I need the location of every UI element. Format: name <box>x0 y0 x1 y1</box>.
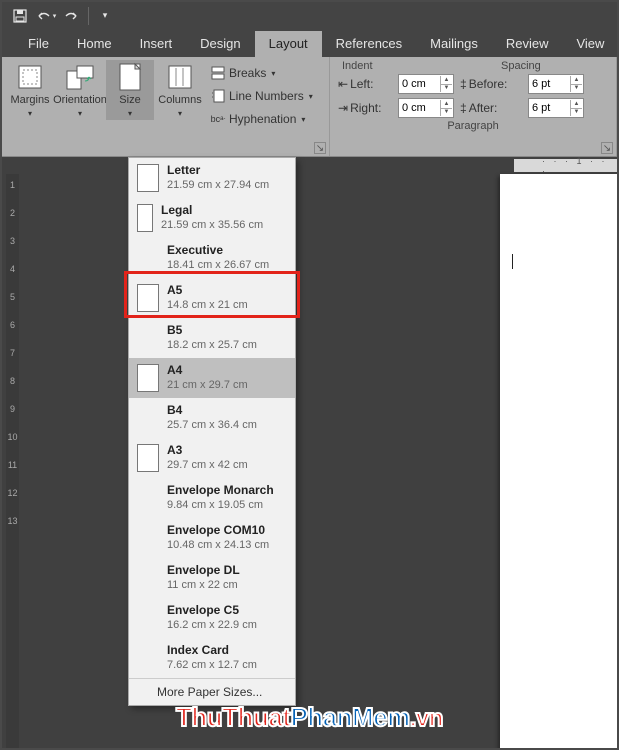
size-option-envelope-c5[interactable]: Envelope C516.2 cm x 22.9 cm <box>129 598 295 638</box>
right-label: Right: <box>350 101 381 115</box>
size-option-executive[interactable]: Executive18.41 cm x 26.67 cm <box>129 238 295 278</box>
tab-insert[interactable]: Insert <box>126 31 187 57</box>
spacing-after-icon: ‡ <box>460 101 467 115</box>
size-option-envelope-monarch[interactable]: Envelope Monarch9.84 cm x 19.05 cm <box>129 478 295 518</box>
page-setup-launcher[interactable]: ↘ <box>314 142 326 154</box>
hyphenation-label: Hyphenation <box>229 112 296 126</box>
tab-references[interactable]: References <box>322 31 416 57</box>
breaks-button[interactable]: Breaks ▾ <box>206 62 317 84</box>
orientation-button[interactable]: Orientation▾ <box>56 60 104 120</box>
page-thumb-icon <box>137 164 159 192</box>
vertical-ruler: 12345678910111213 <box>2 174 24 748</box>
indent-heading: Indent <box>338 60 449 72</box>
document-page[interactable] <box>500 174 617 748</box>
size-option-letter[interactable]: Letter21.59 cm x 27.94 cm <box>129 158 295 198</box>
columns-label: Columns <box>158 94 201 106</box>
tab-view[interactable]: View <box>562 31 618 57</box>
indent-right-icon: ⇥ <box>338 101 348 115</box>
qat-customize[interactable]: ▾ <box>93 5 117 27</box>
spacing-before-field[interactable]: 6 pt▲▼ <box>528 74 584 94</box>
tab-file[interactable]: File <box>14 31 63 57</box>
page-thumb-icon <box>137 204 153 232</box>
spacing-heading: Spacing <box>497 60 608 72</box>
before-label: Before: <box>469 77 508 91</box>
size-button[interactable]: Size▾ <box>106 60 154 120</box>
indent-right-field[interactable]: 0 cm▲▼ <box>398 98 454 118</box>
breaks-label: Breaks <box>229 66 266 80</box>
paragraph-launcher[interactable]: ↘ <box>601 142 613 154</box>
size-option-index-card[interactable]: Index Card7.62 cm x 12.7 cm <box>129 638 295 678</box>
redo-button[interactable] <box>60 5 84 27</box>
size-option-b4[interactable]: B425.7 cm x 36.4 cm <box>129 398 295 438</box>
size-option-envelope-dl[interactable]: Envelope DL11 cm x 22 cm <box>129 558 295 598</box>
tab-layout[interactable]: Layout <box>255 31 322 57</box>
indent-left-icon: ⇤ <box>338 77 348 91</box>
tab-design[interactable]: Design <box>186 31 254 57</box>
after-label: After: <box>469 101 498 115</box>
size-option-legal[interactable]: Legal21.59 cm x 35.56 cm <box>129 198 295 238</box>
quick-access-toolbar: ▾ ▾ <box>2 2 617 29</box>
columns-button[interactable]: Columns▾ <box>156 60 204 120</box>
document-area: · · · 1 · · · 12345678910111213 <box>2 157 617 748</box>
spacing-after-field[interactable]: 6 pt▲▼ <box>528 98 584 118</box>
watermark: ThuThuatPhanMem.vn <box>2 702 617 733</box>
ribbon: Margins▾ Orientation▾ Size▾ Columns▾ <box>2 57 617 157</box>
left-label: Left: <box>350 77 373 91</box>
menu-bar: FileHomeInsertDesignLayoutReferencesMail… <box>2 29 617 57</box>
line-numbers-label: Line Numbers <box>229 89 304 103</box>
size-dropdown-menu: Letter21.59 cm x 27.94 cmLegal21.59 cm x… <box>128 157 296 706</box>
size-label: Size <box>119 94 140 106</box>
size-option-a5[interactable]: A514.8 cm x 21 cm <box>129 278 295 318</box>
orientation-label: Orientation <box>53 94 107 106</box>
margins-label: Margins <box>10 94 49 106</box>
hyphenation-button[interactable]: bca- Hyphenation ▾ <box>206 108 317 130</box>
save-button[interactable] <box>8 5 32 27</box>
text-cursor <box>512 254 513 269</box>
margins-button[interactable]: Margins▾ <box>6 60 54 120</box>
horizontal-ruler: · · · 1 · · · <box>24 157 617 174</box>
page-thumb-icon <box>137 284 159 312</box>
page-thumb-icon <box>137 364 159 392</box>
tab-mailings[interactable]: Mailings <box>416 31 492 57</box>
tab-home[interactable]: Home <box>63 31 126 57</box>
tab-review[interactable]: Review <box>492 31 563 57</box>
size-option-a3[interactable]: A329.7 cm x 42 cm <box>129 438 295 478</box>
line-numbers-button[interactable]: Line Numbers ▾ <box>206 85 317 107</box>
size-option-b5[interactable]: B518.2 cm x 25.7 cm <box>129 318 295 358</box>
page-thumb-icon <box>137 444 159 472</box>
undo-button[interactable]: ▾ <box>34 5 58 27</box>
more-paper-sizes[interactable]: More Paper Sizes... <box>129 678 295 705</box>
spacing-before-icon: ‡ <box>460 77 467 91</box>
indent-left-field[interactable]: 0 cm▲▼ <box>398 74 454 94</box>
paragraph-group-label: Paragraph <box>338 120 608 135</box>
size-option-a4[interactable]: A421 cm x 29.7 cm <box>129 358 295 398</box>
size-option-envelope-com10[interactable]: Envelope COM1010.48 cm x 24.13 cm <box>129 518 295 558</box>
